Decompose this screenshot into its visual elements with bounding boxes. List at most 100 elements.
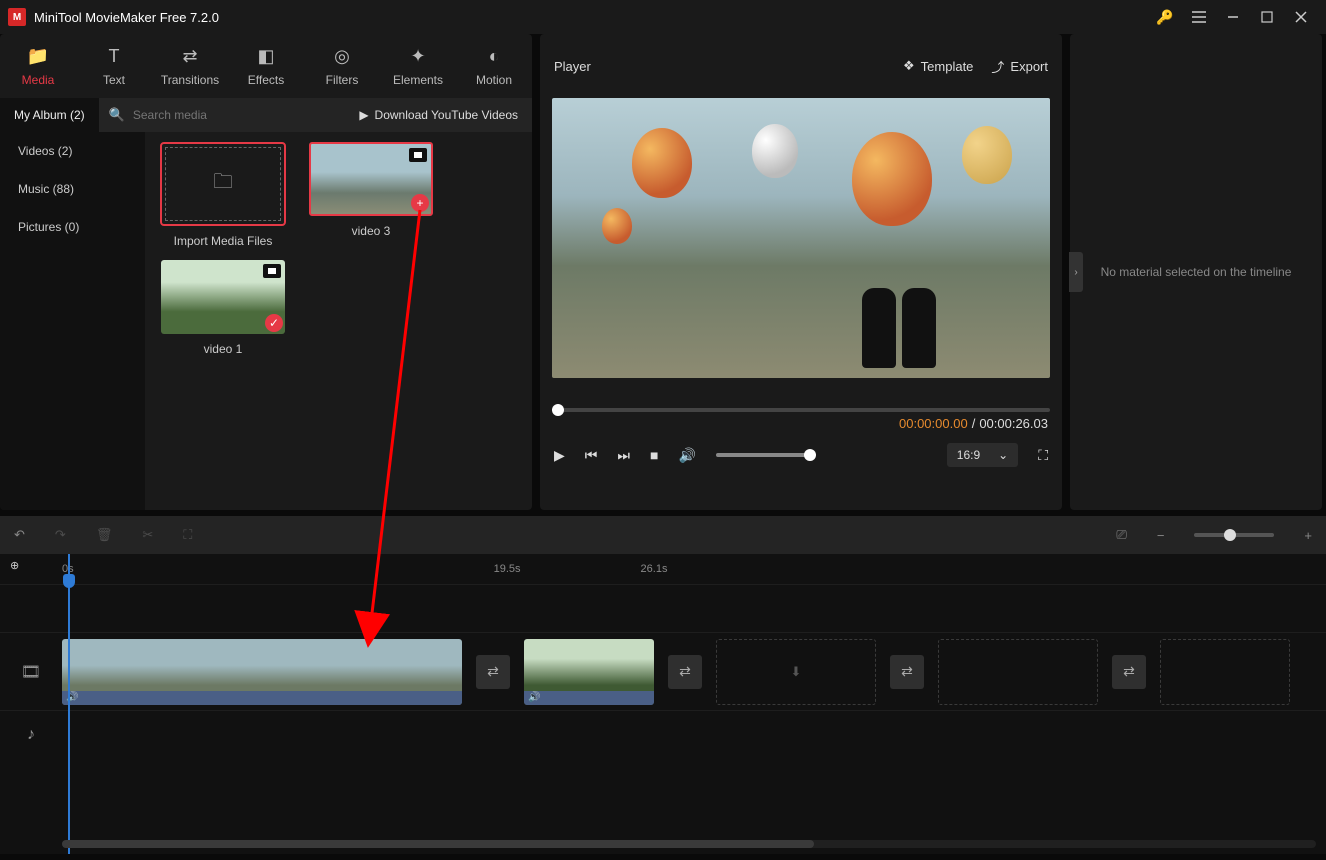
scrub-handle[interactable]	[552, 404, 564, 416]
tool-tabs: 📁Media T Text ⇄Transitions ◧ Effects ◎Filt…	[0, 34, 532, 98]
ratio-label: 16:9	[957, 448, 980, 462]
tab-filters[interactable]: ◎Filters	[304, 34, 380, 98]
album-tab[interactable]: My Album (2)	[0, 98, 99, 132]
overlay-track[interactable]	[0, 584, 1326, 632]
minimize-button[interactable]	[1216, 0, 1250, 34]
import-label: Import Media Files	[174, 234, 273, 248]
tab-media[interactable]: 📁Media	[0, 34, 76, 98]
video-badge-icon	[409, 148, 427, 162]
media-label: video 1	[204, 342, 243, 356]
time-display: 00:00:00.00 / 00:00:26.03	[540, 412, 1062, 435]
effects-icon: ◧	[257, 46, 274, 67]
chevron-down-icon: ⌄	[998, 448, 1008, 462]
scrub-bar[interactable]	[552, 408, 1050, 412]
delete-button[interactable]: 🗑	[96, 527, 113, 543]
search-input[interactable]	[133, 108, 335, 122]
scrollbar-thumb[interactable]	[62, 840, 814, 848]
playhead[interactable]	[68, 554, 70, 854]
close-button[interactable]	[1284, 0, 1318, 34]
media-label: video 3	[352, 224, 391, 238]
audio-track[interactable]: ♪	[0, 710, 1326, 758]
tab-text[interactable]: T Text	[76, 34, 152, 98]
aspect-ratio-select[interactable]: 16:9 ⌄	[947, 443, 1018, 467]
template-button[interactable]: ❖Template	[903, 58, 973, 74]
search-icon: 🔍	[109, 107, 125, 123]
download-youtube-button[interactable]: ▶ Download YouTube Videos	[345, 108, 532, 122]
zoom-handle[interactable]	[1224, 529, 1236, 541]
tab-motion[interactable]: ◐Motion	[456, 34, 532, 98]
transition-slot[interactable]: ⇄	[890, 655, 924, 689]
zoom-slider[interactable]	[1194, 533, 1274, 537]
motion-icon: ◐	[489, 46, 500, 67]
add-icon[interactable]: +	[411, 194, 429, 212]
used-icon: ✓	[265, 314, 283, 332]
folder-icon: 🗀	[213, 167, 233, 201]
maximize-button[interactable]	[1250, 0, 1284, 34]
empty-slot[interactable]	[1160, 639, 1290, 705]
volume-handle[interactable]	[804, 449, 816, 461]
timeline-clip-2[interactable]: 🔊	[524, 639, 654, 705]
speaker-icon: 🔊	[528, 692, 540, 703]
youtube-icon: ▶	[359, 108, 368, 122]
minimize-icon	[1227, 11, 1239, 23]
menu-button[interactable]	[1182, 0, 1216, 34]
volume-button[interactable]: 🔊	[678, 447, 695, 464]
timeline-clip-1[interactable]: 🔊	[62, 639, 462, 705]
unlock-button[interactable]: 🔑	[1148, 0, 1182, 34]
next-button[interactable]: ⏭	[617, 447, 630, 464]
key-icon: 🔑	[1156, 9, 1173, 26]
text-icon: T	[109, 46, 120, 67]
import-media-item[interactable]: 🗀 Import Media Files	[155, 142, 291, 248]
undo-button[interactable]: ↶	[14, 527, 25, 543]
prev-button[interactable]: ⏮	[585, 447, 598, 464]
media-grid: 🗀 Import Media Files + video 3 ✓ video	[145, 132, 532, 510]
tab-elements[interactable]: ✦Elements	[380, 34, 456, 98]
tab-effects[interactable]: ◧ Effects	[228, 34, 304, 98]
media-item-video1[interactable]: ✓ video 1	[155, 260, 291, 356]
media-subheader: My Album (2) 🔍 ▶ Download YouTube Videos	[0, 98, 532, 132]
total-time: 00:00:26.03	[979, 416, 1048, 431]
crop-button[interactable]: ⛶	[183, 527, 192, 543]
cut-button[interactable]: ✂	[142, 527, 153, 543]
thumbnail: ✓	[161, 260, 285, 334]
media-item-video3[interactable]: + video 3	[303, 142, 439, 248]
export-button[interactable]: ⤴Export	[991, 57, 1048, 76]
zoom-out-button[interactable]: −	[1157, 528, 1165, 543]
video-preview[interactable]	[552, 98, 1050, 378]
tab-label: Effects	[248, 73, 284, 87]
transition-slot[interactable]: ⇄	[476, 655, 510, 689]
download-icon: ⬇	[791, 664, 802, 680]
thumbnail: +	[309, 142, 433, 216]
redo-button[interactable]: ↷	[55, 527, 66, 543]
video-track[interactable]: 🎞 🔊 ⇄ 🔊 ⇄ ⬇ ⇄ ⇄	[0, 632, 1326, 710]
nav-music[interactable]: Music (88)	[0, 170, 145, 208]
expand-panel-button[interactable]: ›	[1069, 252, 1083, 292]
fullscreen-button[interactable]: ⛶	[1038, 447, 1048, 464]
menu-icon	[1192, 11, 1206, 23]
template-icon: ❖	[903, 58, 915, 74]
media-nav: Videos (2) Music (88) Pictures (0)	[0, 132, 145, 510]
timeline-scrollbar[interactable]	[62, 840, 1316, 848]
player-panel: Player ❖Template ⤴Export 00:00:00.00 / 0…	[540, 34, 1062, 510]
play-button[interactable]: ▶	[554, 447, 565, 464]
zoom-in-button[interactable]: +	[1304, 528, 1312, 543]
download-youtube-label: Download YouTube Videos	[375, 108, 518, 122]
stop-button[interactable]: ■	[650, 447, 658, 463]
nav-videos[interactable]: Videos (2)	[0, 132, 145, 170]
tab-label: Text	[103, 73, 125, 87]
volume-slider[interactable]	[716, 453, 816, 457]
nav-pictures[interactable]: Pictures (0)	[0, 208, 145, 246]
time-ruler[interactable]: ⊕ 0s 19.5s 26.1s	[0, 554, 1326, 584]
add-track-button[interactable]: ⊕	[10, 559, 19, 572]
empty-slot[interactable]: ⬇	[716, 639, 876, 705]
no-selection-msg: No material selected on the timeline	[1101, 265, 1292, 279]
music-track-icon: ♪	[0, 726, 62, 744]
export-label: Export	[1010, 59, 1048, 74]
transition-slot[interactable]: ⇄	[668, 655, 702, 689]
tab-transitions[interactable]: ⇄Transitions	[152, 34, 228, 98]
empty-slot[interactable]	[938, 639, 1098, 705]
media-panel: 📁Media T Text ⇄Transitions ◧ Effects ◎Filt…	[0, 34, 532, 510]
fit-button[interactable]: ⎚	[1116, 527, 1126, 543]
transition-slot[interactable]: ⇄	[1112, 655, 1146, 689]
search-wrap: 🔍	[99, 107, 346, 123]
